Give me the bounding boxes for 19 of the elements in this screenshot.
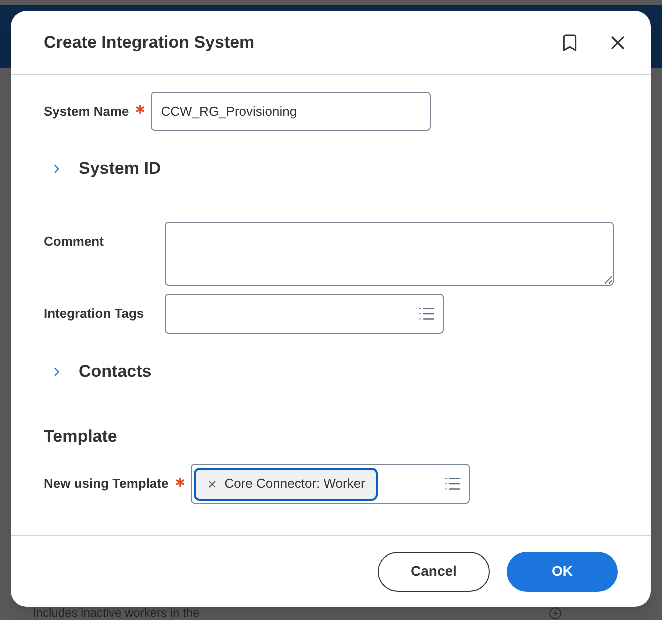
cancel-button[interactable]: Cancel <box>378 552 490 592</box>
prompt-field[interactable] <box>165 294 444 334</box>
system-name-input[interactable]: CCW_RG_Provisioning <box>151 92 432 131</box>
selected-template-chip[interactable]: Core Connector: Worker <box>194 468 378 500</box>
dialog-title: Create Integration System <box>44 32 255 54</box>
field-label: System Name <box>44 102 130 121</box>
plus-circle-icon <box>549 607 562 620</box>
section-toggle[interactable]: System ID <box>50 156 162 182</box>
list-icon[interactable] <box>418 305 436 323</box>
list-icon[interactable] <box>444 475 462 493</box>
field-label: Integration Tags <box>44 305 144 324</box>
field-label: Comment <box>44 233 104 251</box>
prompt-field[interactable]: Core Connector: Worker <box>190 464 470 504</box>
section-heading: Template <box>44 426 118 448</box>
comment-textarea[interactable] <box>165 222 614 286</box>
field-label: New using Template <box>44 475 169 494</box>
remove-icon[interactable] <box>206 478 218 490</box>
ok-button[interactable]: OK <box>507 552 618 592</box>
section-toggle[interactable]: Contacts <box>50 359 152 385</box>
